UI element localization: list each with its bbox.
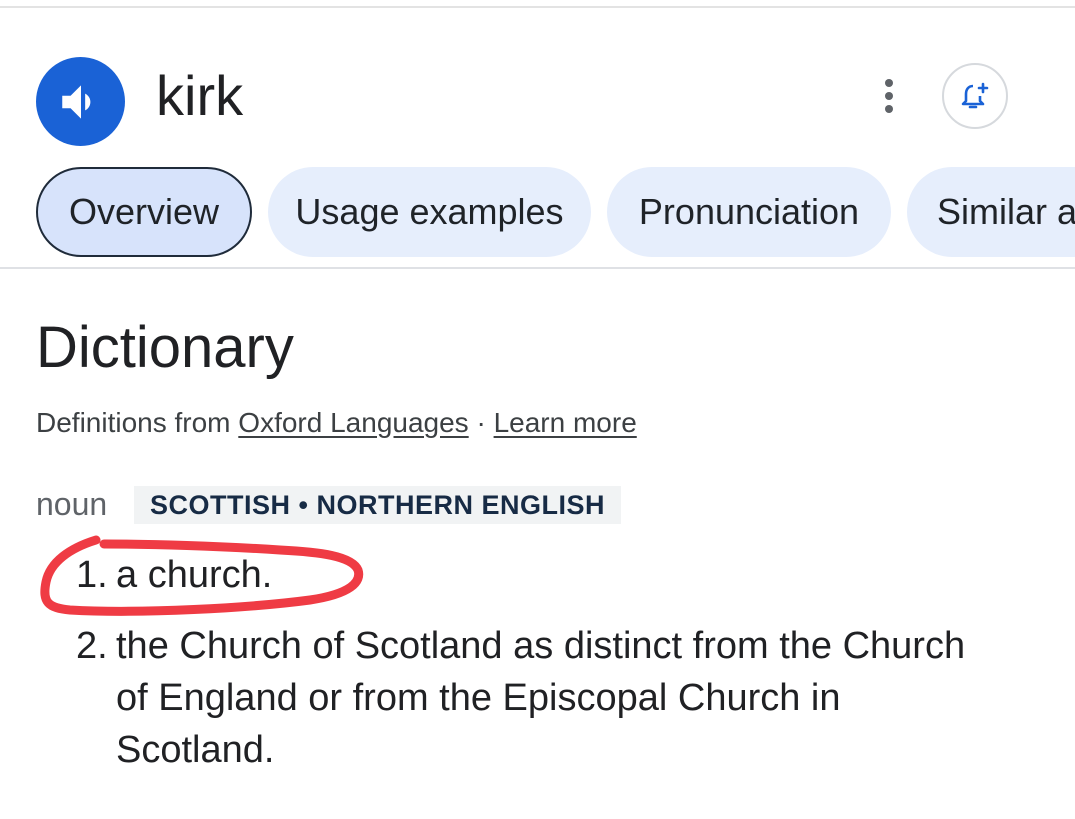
source-prefix: Definitions from <box>36 407 231 438</box>
pronounce-button[interactable] <box>36 57 125 146</box>
definition-text-line: of England or from the Episcopal Church … <box>116 677 841 719</box>
oxford-languages-link[interactable]: Oxford Languages <box>238 407 468 438</box>
headword: kirk <box>156 64 244 127</box>
tab-usage-examples[interactable]: Usage examples <box>268 167 591 257</box>
add-alert-icon <box>961 82 989 109</box>
more-options-button[interactable] <box>870 75 908 117</box>
section-title: Dictionary <box>36 315 294 380</box>
definition-text-line: the Church of Scotland as distinct from … <box>116 625 966 667</box>
definition-item: 2. the Church of Scotland as distinct fr… <box>0 620 1075 776</box>
definition-item: 1. a church. <box>0 549 1075 601</box>
definition-number: 2. <box>76 625 108 667</box>
definition-text: a church. <box>116 554 273 596</box>
learn-more-link[interactable]: Learn more <box>494 407 637 438</box>
usage-label-badge: SCOTTISH • NORTHERN ENGLISH <box>134 486 621 524</box>
tab-similar[interactable]: Similar a <box>907 167 1075 257</box>
source-attribution: Definitions from Oxford Languages · Lear… <box>36 405 637 441</box>
tab-pronunciation[interactable]: Pronunciation <box>607 167 891 257</box>
tab-overview[interactable]: Overview <box>36 167 252 257</box>
tabs-divider <box>0 267 1075 269</box>
more-vert-icon <box>885 79 893 113</box>
top-divider <box>0 6 1075 8</box>
separator-dot: · <box>476 407 486 438</box>
definition-text-line: Scotland. <box>116 729 275 771</box>
part-of-speech: noun <box>36 486 108 522</box>
dictionary-card: kirk Overview Usage examples Pronunciati… <box>0 0 1075 819</box>
volume-up-icon <box>61 84 90 119</box>
definition-number: 1. <box>76 554 108 596</box>
add-alert-button[interactable] <box>942 63 1008 129</box>
